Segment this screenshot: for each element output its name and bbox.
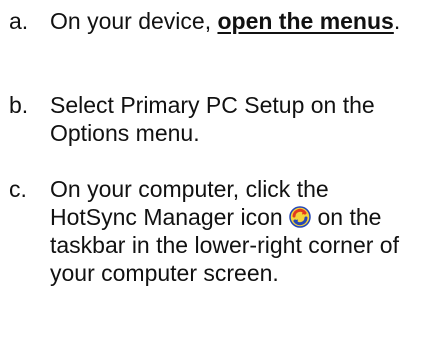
step-text-before: On your computer, click the HotSync Mana…	[50, 176, 329, 230]
step-letter: a.	[9, 8, 29, 34]
step-text-after: .	[393, 8, 401, 34]
step-text: On your computer, click the HotSync Mana…	[50, 175, 410, 287]
step-letter: c.	[9, 176, 27, 202]
open-menus-link[interactable]: open the menus	[217, 8, 393, 34]
hotsync-icon	[289, 206, 311, 228]
step-text: Select Primary PC Setup on the Options m…	[50, 92, 375, 146]
step-letter: b.	[9, 92, 29, 118]
step-text-before: On your device,	[50, 8, 218, 34]
step-text: On your device, open the menus.	[50, 7, 410, 35]
